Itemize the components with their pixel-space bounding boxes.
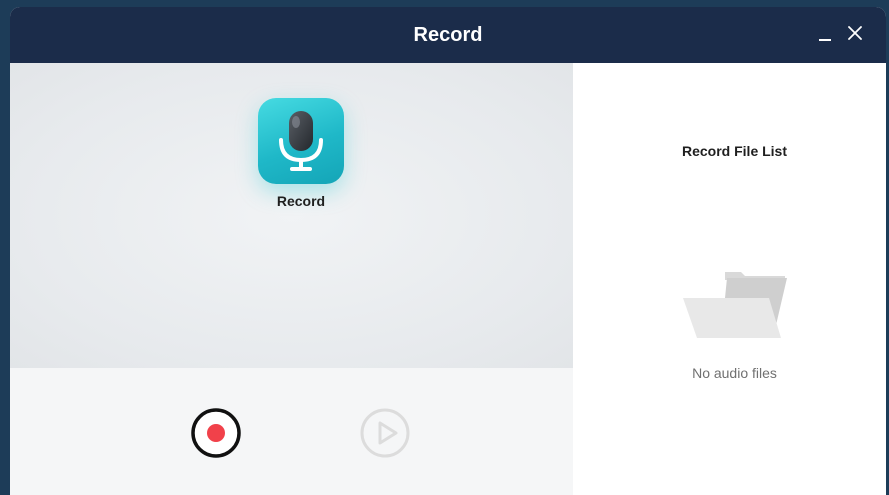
microphone-icon	[279, 111, 323, 171]
record-button[interactable]	[190, 407, 242, 459]
empty-state-text: No audio files	[692, 365, 777, 381]
record-window: Record Record Record File List No audio …	[10, 7, 886, 495]
empty-folder-illustration	[683, 268, 793, 348]
minimize-button[interactable]	[814, 21, 836, 45]
panel-divider	[573, 63, 583, 495]
record-app-label: Record	[276, 193, 326, 209]
play-icon	[360, 408, 410, 458]
file-list-title: Record File List	[681, 143, 788, 159]
title-bar: Record	[10, 7, 886, 63]
window-title: Record	[413, 24, 483, 46]
close-button[interactable]	[844, 21, 866, 45]
empty-folder-icon	[683, 272, 787, 338]
record-app-icon	[258, 98, 344, 184]
play-button[interactable]	[359, 407, 411, 459]
close-icon	[848, 26, 862, 40]
record-icon	[191, 408, 241, 458]
recorder-controls	[10, 368, 573, 495]
file-list-panel: Record File List No audio files	[583, 63, 886, 495]
